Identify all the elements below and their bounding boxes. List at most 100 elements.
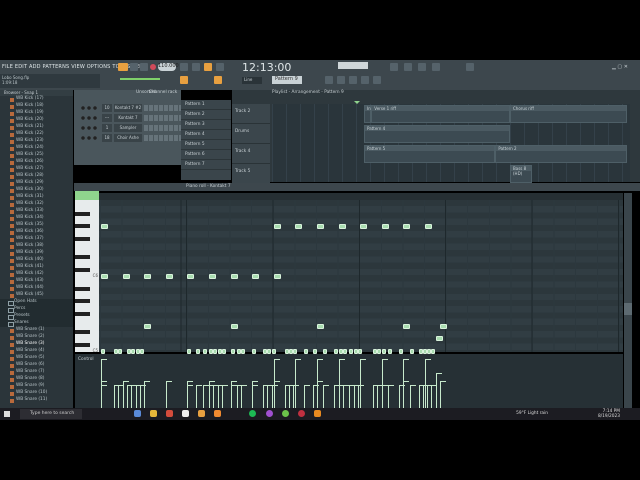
velocity-handle[interactable] (252, 385, 259, 387)
browser-item[interactable]: WB Kick (32) (0, 201, 73, 208)
window-controls[interactable]: ▁ ▢ ✕ (612, 64, 628, 70)
black-key[interactable] (75, 342, 90, 347)
note[interactable] (338, 223, 346, 229)
app-icon[interactable] (198, 410, 205, 417)
browser-item[interactable]: WB Kick (21) (0, 124, 73, 131)
copilot-icon[interactable] (134, 410, 141, 417)
browser-item[interactable]: WB Snare (9) (0, 383, 73, 390)
note[interactable] (230, 323, 238, 329)
velocity-handle[interactable] (221, 385, 228, 387)
browser-folder[interactable]: Presets (0, 313, 73, 320)
velocity-bar[interactable] (118, 386, 120, 408)
velocity-handle[interactable] (304, 385, 311, 387)
velocity-bar[interactable] (165, 381, 167, 408)
pattern-item[interactable]: Pattern 7 (181, 160, 231, 170)
song-position-clock[interactable]: 12:13:00 (242, 61, 291, 74)
velocity-handle[interactable] (273, 380, 280, 382)
browser-item[interactable]: WB Kick (26) (0, 159, 73, 166)
note[interactable] (252, 273, 260, 279)
velocity-handle[interactable] (209, 380, 215, 382)
note[interactable] (131, 348, 136, 354)
browser-item[interactable]: WB Kick (45) (0, 292, 73, 299)
velocity-bar[interactable] (126, 386, 128, 408)
playlist-clip[interactable]: Chorus riff (510, 105, 627, 123)
note[interactable] (135, 348, 140, 354)
velocity-handle[interactable] (293, 385, 300, 387)
playlist-clip[interactable]: Int (364, 105, 372, 123)
browser-item[interactable]: WB Snare (6) (0, 362, 73, 369)
velocity-handle[interactable] (230, 385, 237, 387)
velocity-handle[interactable] (403, 359, 410, 360)
browser-item[interactable]: WB Snare (7) (0, 369, 73, 376)
note[interactable] (267, 348, 272, 354)
velocity-handle[interactable] (187, 385, 194, 387)
browser-item[interactable]: WB Kick (23) (0, 138, 73, 145)
note[interactable] (312, 348, 317, 354)
stop-button[interactable] (140, 63, 148, 71)
track-header[interactable]: Track 4 (232, 144, 270, 164)
velocity-bar[interactable] (399, 386, 401, 408)
velocity-bar[interactable] (440, 381, 442, 408)
note[interactable] (295, 223, 303, 229)
note[interactable] (165, 273, 173, 279)
browser-item[interactable]: WB Kick (43) (0, 278, 73, 285)
note[interactable] (122, 273, 130, 279)
browser-item[interactable]: WB Snare (11) (0, 397, 73, 404)
browser-item[interactable]: WB Kick (19) (0, 110, 73, 117)
browser-item[interactable]: WB Kick (34) (0, 215, 73, 222)
note[interactable] (241, 348, 246, 354)
help-icon[interactable] (418, 63, 426, 71)
track-header[interactable]: Drums (232, 124, 270, 144)
channel-mixer-track[interactable]: 18 (102, 134, 112, 142)
velocity-bar[interactable] (427, 386, 429, 408)
velocity-handle[interactable] (252, 380, 259, 382)
velocity-bar[interactable] (435, 374, 437, 408)
velocity-handle[interactable] (165, 380, 172, 382)
velocity-handle[interactable] (388, 385, 395, 387)
velocity-bar[interactable] (263, 386, 264, 408)
velocity-bar[interactable] (288, 386, 290, 408)
velocity-handle[interactable] (425, 359, 431, 360)
black-key[interactable] (75, 211, 90, 216)
timeline-ruler[interactable] (99, 193, 623, 200)
note[interactable] (403, 323, 411, 329)
browser-item[interactable]: WB Kick (30) (0, 187, 73, 194)
metronome-icon[interactable] (180, 63, 188, 71)
note[interactable] (388, 348, 393, 354)
browser-item[interactable]: WB Snare (10) (0, 390, 73, 397)
velocity-bar[interactable] (217, 386, 219, 408)
note[interactable] (381, 348, 386, 354)
velocity-handle[interactable] (196, 385, 203, 387)
velocity-bar[interactable] (373, 386, 375, 408)
note[interactable] (403, 223, 411, 229)
note[interactable] (425, 223, 432, 229)
browser-item[interactable]: WB Snare (5) (0, 355, 73, 362)
browser-item[interactable]: WB Kick (18) (0, 103, 73, 110)
browser-item[interactable]: WB Kick (25) (0, 152, 73, 159)
note[interactable] (409, 348, 414, 354)
velocity-bar[interactable] (358, 386, 360, 408)
note[interactable] (338, 348, 343, 354)
note[interactable] (144, 273, 152, 279)
play-button[interactable] (130, 63, 138, 71)
velocity-bar[interactable] (295, 360, 297, 408)
velocity-bar[interactable] (381, 386, 383, 408)
channel-knobs[interactable] (80, 126, 98, 130)
channel-name-button[interactable]: Kontakt 7 #2 (114, 104, 142, 112)
countdown-icon[interactable] (204, 63, 212, 71)
note[interactable] (187, 348, 192, 354)
note[interactable] (418, 348, 423, 354)
note[interactable] (252, 348, 257, 354)
velocity-bar[interactable] (349, 386, 351, 408)
velocity-bar[interactable] (353, 386, 355, 408)
browser-item[interactable]: WB Kick (40) (0, 257, 73, 264)
channel-name-button[interactable]: Sampler (114, 124, 142, 132)
note[interactable] (360, 223, 368, 229)
save-icon[interactable] (432, 63, 440, 71)
browser-item[interactable]: WB Kick (27) (0, 166, 73, 173)
velocity-bar[interactable] (304, 386, 306, 408)
velocity-bar[interactable] (323, 386, 325, 408)
browser-item[interactable]: WB Kick (36) (0, 229, 73, 236)
note[interactable] (209, 273, 216, 279)
taskbar-search[interactable]: Type here to search (20, 409, 82, 419)
